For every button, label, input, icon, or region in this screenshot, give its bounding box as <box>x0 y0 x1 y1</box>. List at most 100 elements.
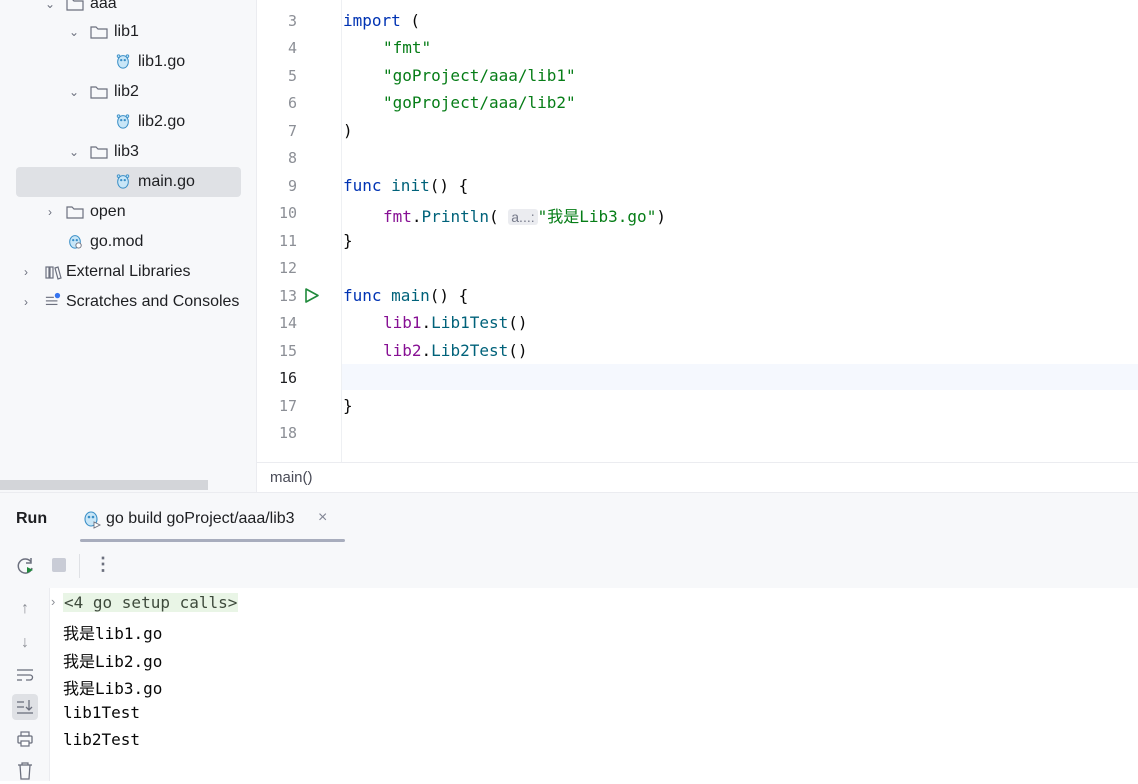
tree-item-external-libraries[interactable]: › External Libraries <box>0 257 256 287</box>
line-number: 7 <box>287 122 297 140</box>
code-line-3: import ( <box>343 11 420 30</box>
chevron-down-icon[interactable]: ⌄ <box>66 84 82 100</box>
code-line-10: fmt.Println( a...: "我是Lib3.go") <box>383 203 666 227</box>
horizontal-scrollbar[interactable] <box>0 480 208 490</box>
code-line-4: "fmt" <box>383 38 431 57</box>
folder-icon <box>90 146 108 159</box>
gopher-icon <box>116 174 130 189</box>
soft-wrap-icon[interactable] <box>12 662 38 688</box>
console-line: 我是lib1.go <box>63 624 163 643</box>
method-name: Lib1Test <box>431 313 509 332</box>
package-name: lib1 <box>383 313 422 332</box>
line-number: 18 <box>278 424 297 442</box>
gopher-icon <box>116 114 130 129</box>
line-number: 15 <box>278 342 297 360</box>
trash-icon[interactable] <box>12 758 38 784</box>
chevron-down-icon[interactable]: ⌄ <box>42 0 58 12</box>
rerun-icon[interactable] <box>16 556 36 576</box>
punct: () <box>508 341 528 360</box>
method-name: Lib2Test <box>431 341 509 360</box>
folder-icon <box>90 86 108 99</box>
code-line-6: "goProject/aaa/lib2" <box>383 93 576 112</box>
console-line: 我是Lib3.go <box>63 679 163 698</box>
folder-icon <box>66 206 84 219</box>
tree-item-label: go.mod <box>90 233 144 250</box>
package-name: lib2 <box>383 341 422 360</box>
close-icon[interactable]: × <box>318 509 327 527</box>
gopher-icon <box>116 54 130 69</box>
line-number: 17 <box>278 397 297 415</box>
tree-item-lib2[interactable]: ⌄ lib2 <box>0 77 256 107</box>
parameter-hint: a...: <box>508 209 538 225</box>
tree-item-lib1[interactable]: ⌄ lib1 <box>0 17 256 47</box>
run-tab[interactable]: go build goProject/aaa/lib3 × <box>66 493 345 544</box>
console-output[interactable]: › <4 go setup calls> 我是lib1.go 我是Lib2.go… <box>50 588 1138 781</box>
punct: () <box>508 313 528 332</box>
line-number: 8 <box>287 149 297 167</box>
punct: } <box>343 231 353 250</box>
tree-item-label: aaa <box>90 0 117 12</box>
punct: ) <box>343 121 353 140</box>
line-number-current: 16 <box>278 369 297 387</box>
chevron-right-icon[interactable]: › <box>42 204 58 220</box>
scroll-to-end-icon[interactable] <box>12 694 38 720</box>
package-name: fmt <box>383 207 412 226</box>
line-number: 6 <box>287 94 297 112</box>
arrow-up-icon[interactable]: ↑ <box>12 596 38 622</box>
breadcrumb[interactable]: main() <box>270 469 313 486</box>
arrow-down-icon[interactable]: ↓ <box>12 630 38 656</box>
string-literal: "fmt" <box>383 38 432 57</box>
console-line: lib2Test <box>63 730 141 749</box>
stop-icon[interactable] <box>52 558 66 572</box>
method-name: Println <box>421 207 489 226</box>
tree-item-label: Scratches and Consoles <box>66 293 240 310</box>
tree-item-lib1-go[interactable]: lib1.go <box>0 47 256 77</box>
editor-breadcrumb-bar: main() <box>257 462 1138 493</box>
go-mod-icon <box>69 235 82 249</box>
punct: ( <box>488 207 499 226</box>
more-vertical-icon[interactable]: ⋮ <box>94 554 112 575</box>
code-line-7: ) <box>343 121 353 140</box>
scratches-icon <box>45 292 61 306</box>
chevron-right-icon[interactable]: › <box>18 264 34 280</box>
code-line-14: lib1.Lib1Test() <box>383 313 528 332</box>
code-editor[interactable]: 3 4 5 6 7 8 9 10 11 12 13 14 15 16 17 18… <box>257 0 1138 462</box>
tree-item-lib2-go[interactable]: lib2.go <box>0 107 256 137</box>
folder-icon <box>66 0 84 11</box>
tree-item-label: External Libraries <box>66 263 191 280</box>
line-number: 11 <box>278 232 297 250</box>
string-literal: "我是Lib3.go" <box>537 207 657 226</box>
console-folded-line[interactable]: <4 go setup calls> <box>63 593 239 612</box>
tree-item-label: lib2.go <box>138 113 186 130</box>
tree-item-label: lib3 <box>114 143 139 160</box>
tree-item-scratches[interactable]: › Scratches and Consoles <box>0 287 256 317</box>
punct: . <box>421 341 432 360</box>
run-panel-header: Run go build goProject/aaa/lib3 × <box>0 492 1138 545</box>
code-line-13: func main() { <box>343 286 468 305</box>
print-icon[interactable] <box>12 726 38 752</box>
keyword: func <box>343 176 382 195</box>
tree-item-go-mod[interactable]: go.mod <box>0 227 256 257</box>
punct: ( <box>400 11 421 30</box>
chevron-right-icon[interactable]: › <box>18 294 34 310</box>
console-side-toolbar: ↑ ↓ <box>0 588 50 781</box>
run-gutter-icon[interactable] <box>304 287 320 304</box>
line-number: 3 <box>287 12 297 30</box>
chevron-right-icon[interactable]: › <box>51 594 55 609</box>
line-number: 13 <box>278 287 297 305</box>
punct: () { <box>429 176 469 195</box>
chevron-down-icon[interactable]: ⌄ <box>66 144 82 160</box>
chevron-down-icon[interactable]: ⌄ <box>66 24 82 40</box>
tree-item-main-go[interactable]: main.go <box>16 167 241 197</box>
tree-item-open[interactable]: › open <box>0 197 256 227</box>
console-line: lib1Test <box>63 703 141 722</box>
punct: ) <box>656 207 666 226</box>
punct: . <box>411 207 422 226</box>
current-line-highlight <box>257 364 1138 390</box>
tree-item-label: lib1.go <box>138 53 186 70</box>
tree-item-lib3[interactable]: ⌄ lib3 <box>0 137 256 167</box>
run-panel-title: Run <box>16 510 48 527</box>
code-line-5: "goProject/aaa/lib1" <box>383 66 576 85</box>
project-tree: ⌄ aaa ⌄ lib1 lib1.go ⌄ lib2 lib2.go ⌄ li… <box>0 0 257 492</box>
string-literal: "goProject/aaa/lib2" <box>383 93 576 112</box>
